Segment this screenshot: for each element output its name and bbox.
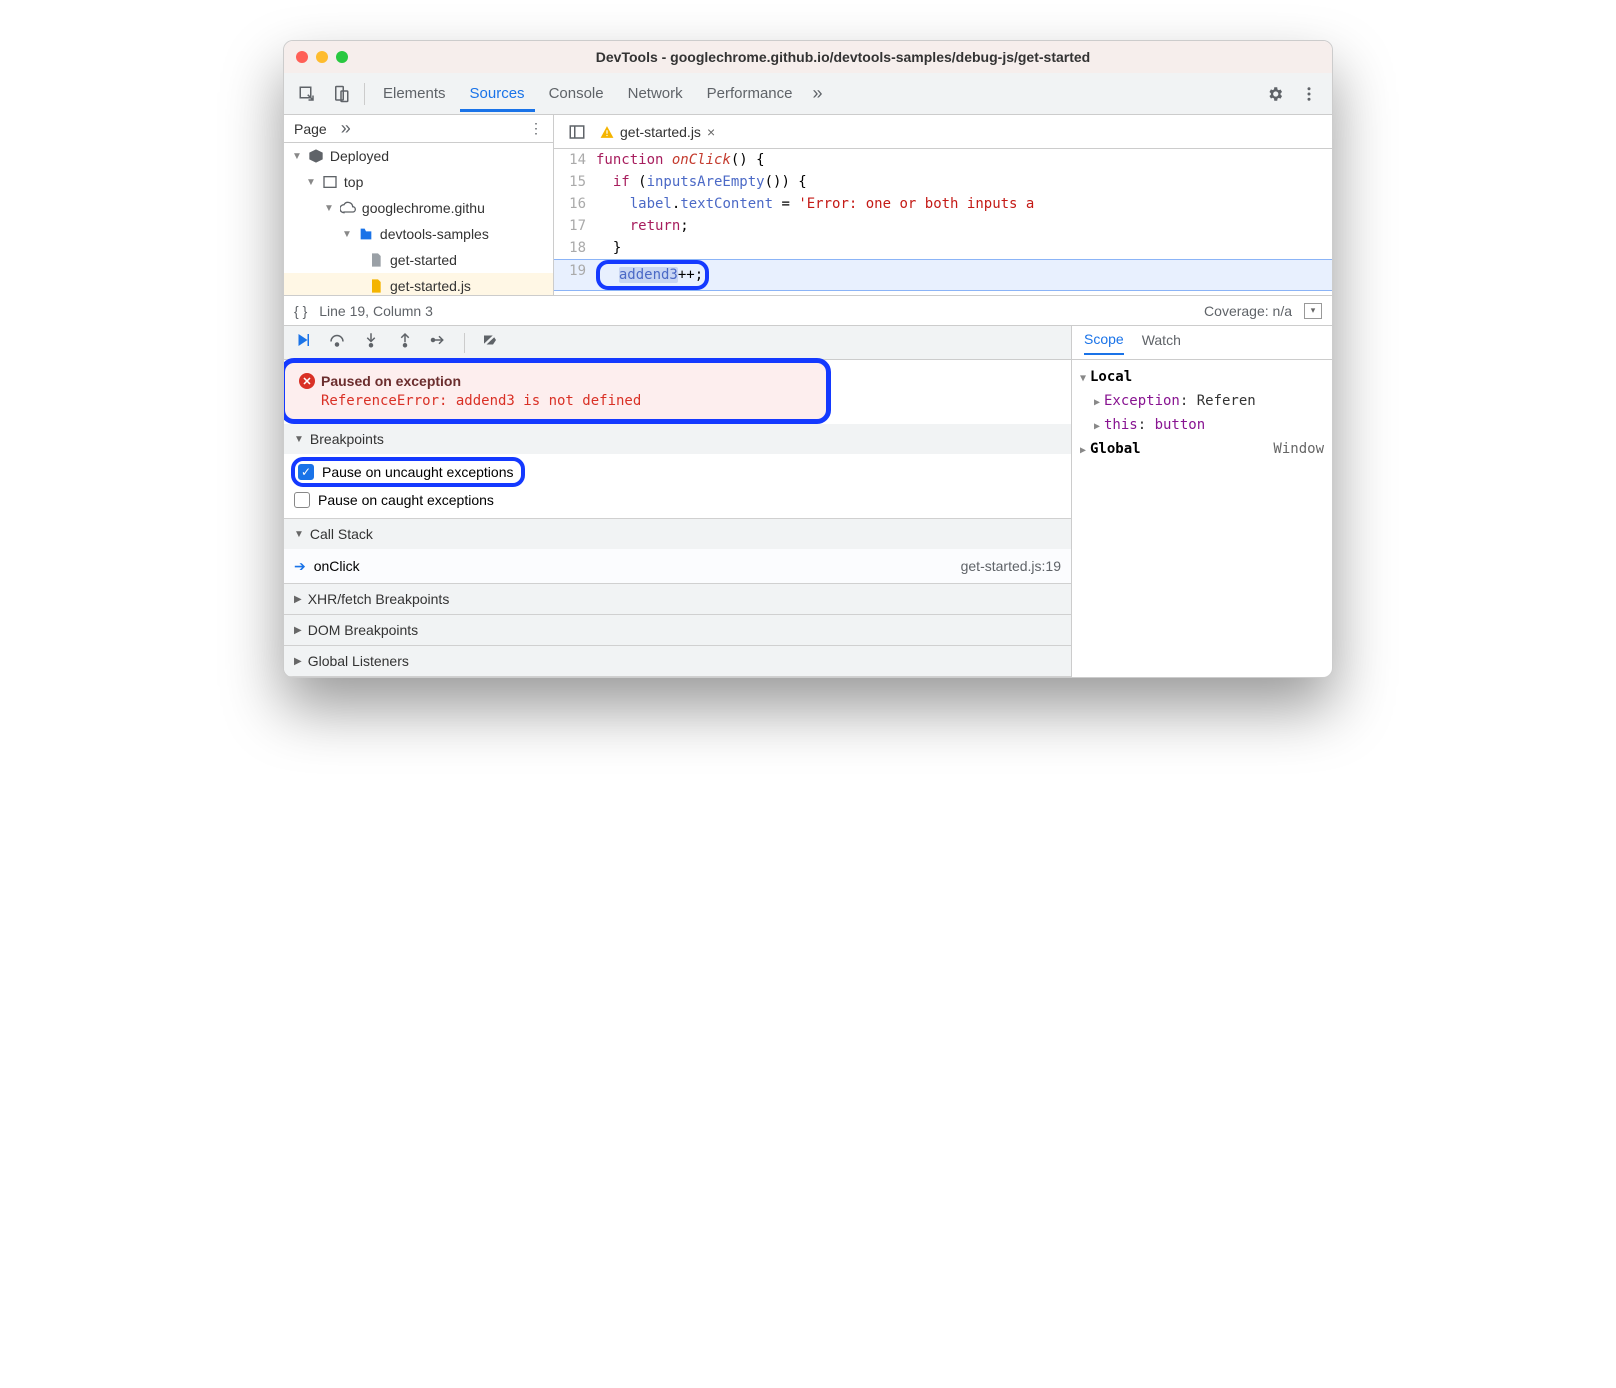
section-header-callstack[interactable]: ▼Call Stack: [284, 519, 1071, 549]
pause-caught-row[interactable]: Pause on caught exceptions: [294, 486, 1061, 514]
tab-elements[interactable]: Elements: [373, 75, 456, 112]
tree-node-file-html[interactable]: get-started: [284, 247, 553, 273]
minimize-window-button[interactable]: [316, 51, 328, 63]
close-window-button[interactable]: [296, 51, 308, 63]
step-out-icon[interactable]: [396, 331, 414, 354]
scope-exception[interactable]: ▶Exception: Referen: [1080, 390, 1324, 414]
cursor-position: Line 19, Column 3: [319, 303, 433, 319]
settings-gear-icon[interactable]: [1260, 79, 1290, 109]
tree-node-file-js[interactable]: get-started.js: [284, 273, 553, 295]
tree-node-deployed[interactable]: ▼Deployed: [284, 143, 553, 169]
window-title: DevTools - googlechrome.github.io/devtoo…: [366, 49, 1320, 65]
scope-watch-tabs: Scope Watch: [1072, 326, 1332, 360]
scope-this[interactable]: ▶this: button: [1080, 414, 1324, 438]
section-dom: ▶DOM Breakpoints: [284, 615, 1071, 646]
tab-scope[interactable]: Scope: [1084, 331, 1124, 355]
close-tab-icon[interactable]: ×: [707, 124, 715, 140]
current-frame-arrow-icon: ➔: [294, 558, 306, 575]
pause-uncaught-row[interactable]: ✓ Pause on uncaught exceptions: [294, 458, 1061, 486]
coverage-label: Coverage: n/a: [1204, 303, 1292, 319]
devtools-window: DevTools - googlechrome.github.io/devtoo…: [283, 40, 1333, 678]
step-icon[interactable]: [430, 331, 448, 354]
step-into-icon[interactable]: [362, 331, 380, 354]
section-global: ▶Global Listeners: [284, 646, 1071, 677]
tree-node-top[interactable]: ▼top: [284, 169, 553, 195]
panel-overflow-icon[interactable]: »: [335, 118, 357, 139]
scope-global[interactable]: ▶GlobalWindow: [1080, 438, 1324, 462]
section-header-xhr[interactable]: ▶XHR/fetch Breakpoints: [284, 584, 1071, 614]
tab-sources[interactable]: Sources: [460, 75, 535, 112]
debugger-left: ✕ Paused on exception ReferenceError: ad…: [284, 326, 1072, 677]
deactivate-breakpoints-icon[interactable]: [481, 331, 499, 354]
section-header-global[interactable]: ▶Global Listeners: [284, 646, 1071, 676]
scope-tree: ▼Local ▶Exception: Referen ▶this: button…: [1072, 360, 1332, 468]
debugger-row: ✕ Paused on exception ReferenceError: ad…: [284, 325, 1332, 677]
section-callstack: ▼Call Stack ➔ onClick get-started.js:19: [284, 519, 1071, 584]
resume-icon[interactable]: [294, 331, 312, 354]
sidebar-panel: Page » ⋮ ▼Deployed ▼top ▼googlechrome.gi…: [284, 115, 554, 295]
code-editor[interactable]: 14function onClick() {15 if (inputsAreEm…: [554, 149, 1332, 295]
callstack-frame[interactable]: ➔ onClick get-started.js:19: [284, 549, 1071, 583]
paused-title: ✕ Paused on exception: [299, 373, 812, 389]
code-line[interactable]: 14function onClick() {: [554, 149, 1332, 171]
tab-console[interactable]: Console: [539, 75, 614, 112]
error-badge-icon: ✕: [299, 373, 315, 389]
editor-tabstrip: get-started.js ×: [554, 115, 1332, 149]
section-breakpoints: ▼Breakpoints ✓ Pause on uncaught excepti…: [284, 424, 1071, 519]
tab-performance[interactable]: Performance: [697, 75, 803, 112]
titlebar: DevTools - googlechrome.github.io/devtoo…: [284, 41, 1332, 73]
editor-statusline: { } Line 19, Column 3 Coverage: n/a ▾: [284, 295, 1332, 325]
toggle-sidebar-icon[interactable]: [562, 117, 592, 147]
editor-tab-label: get-started.js: [620, 124, 701, 140]
separator: [464, 333, 465, 353]
editor-panel: get-started.js × 14function onClick() {1…: [554, 115, 1332, 295]
tab-network[interactable]: Network: [618, 75, 693, 112]
scope-local[interactable]: ▼Local: [1080, 366, 1324, 390]
inspect-element-icon[interactable]: [292, 79, 322, 109]
page-panel-label[interactable]: Page: [294, 121, 327, 137]
code-line[interactable]: 15 if (inputsAreEmpty()) {: [554, 171, 1332, 193]
section-header-dom[interactable]: ▶DOM Breakpoints: [284, 615, 1071, 645]
main-toolbar: Elements Sources Console Network Perform…: [284, 73, 1332, 115]
kebab-menu-icon[interactable]: [1294, 79, 1324, 109]
step-over-icon[interactable]: [328, 331, 346, 354]
separator: [364, 83, 365, 105]
section-xhr: ▶XHR/fetch Breakpoints: [284, 584, 1071, 615]
paused-error-text: ReferenceError: addend3 is not defined: [299, 389, 812, 409]
code-line[interactable]: 19 addend3++;: [554, 259, 1332, 291]
paused-message-box: ✕ Paused on exception ReferenceError: ad…: [283, 358, 831, 424]
pause-caught-checkbox[interactable]: [294, 492, 310, 508]
file-tree: ▼Deployed ▼top ▼googlechrome.githu ▼devt…: [284, 143, 553, 295]
pause-uncaught-checkbox[interactable]: ✓: [298, 464, 314, 480]
tab-watch[interactable]: Watch: [1142, 332, 1181, 354]
tree-node-domain[interactable]: ▼googlechrome.githu: [284, 195, 553, 221]
debugger-toolbar: [284, 326, 1071, 360]
section-header-breakpoints[interactable]: ▼Breakpoints: [284, 424, 1071, 454]
tabs-overflow-icon[interactable]: »: [807, 83, 829, 104]
body-row: Page » ⋮ ▼Deployed ▼top ▼googlechrome.gi…: [284, 115, 1332, 295]
traffic-lights: [296, 51, 348, 63]
sidebar-header: Page » ⋮: [284, 115, 553, 143]
editor-tab[interactable]: get-started.js ×: [600, 124, 715, 140]
tree-node-folder[interactable]: ▼devtools-samples: [284, 221, 553, 247]
format-icon[interactable]: { }: [294, 303, 307, 319]
code-line[interactable]: 20 throw "whoops";: [554, 291, 1332, 295]
device-toolbar-icon[interactable]: [326, 79, 356, 109]
warning-icon: [600, 125, 614, 139]
code-line[interactable]: 16 label.textContent = 'Error: one or bo…: [554, 193, 1332, 215]
debugger-right: Scope Watch ▼Local ▶Exception: Referen ▶…: [1072, 326, 1332, 677]
code-line[interactable]: 18 }: [554, 237, 1332, 259]
zoom-window-button[interactable]: [336, 51, 348, 63]
panel-menu-icon[interactable]: ⋮: [529, 120, 543, 137]
statusline-dropdown-icon[interactable]: ▾: [1304, 303, 1322, 319]
code-line[interactable]: 17 return;: [554, 215, 1332, 237]
